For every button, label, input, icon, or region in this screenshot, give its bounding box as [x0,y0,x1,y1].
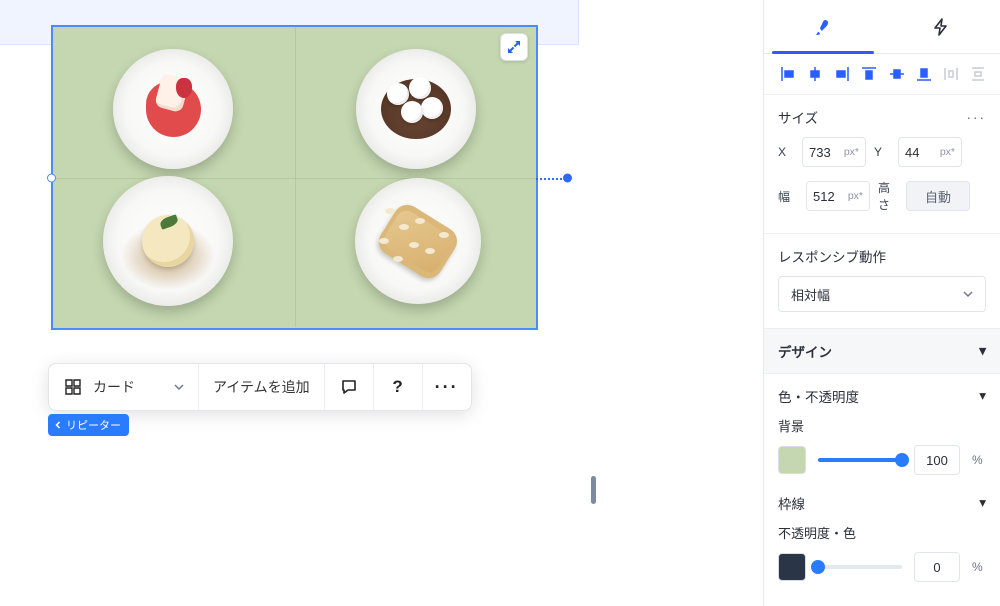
y-label: Y [874,145,890,159]
expand-button[interactable] [500,33,528,61]
height-input[interactable]: 自動 [906,181,970,211]
x-label: X [778,145,794,159]
background-opacity-slider[interactable] [818,450,902,470]
size-section-label: サイズ [778,107,818,127]
align-bottom-button[interactable] [912,62,936,86]
resize-handle-right[interactable] [563,173,572,182]
repeater-tag-label: リピーター [66,417,121,433]
design-section-label: デザイン [778,341,832,361]
comment-icon [339,377,359,397]
food-image [146,82,201,137]
food-image [142,215,194,267]
selected-repeater[interactable] [51,25,538,330]
add-item-button[interactable]: アイテムを追加 [199,364,325,410]
more-icon: ··· [437,377,457,397]
layout-dropdown[interactable]: カード [49,364,199,410]
card-item[interactable] [355,178,481,304]
more-button[interactable]: ··· [423,364,471,410]
floating-toolbar: カード アイテムを追加 ? ··· [48,363,472,411]
chevron-left-icon [54,421,62,429]
background-label: 背景 [778,416,986,435]
border-opacity-color-label: 不透明度・色 [778,523,986,542]
distribute-h-button[interactable] [939,62,963,86]
card-item[interactable] [356,49,476,169]
width-input[interactable]: 512 px* [806,181,870,211]
color-opacity-collapse-button[interactable]: ▾ [979,388,986,404]
alignment-toolbar [764,54,1000,95]
chevron-down-icon [963,289,973,299]
design-collapse-button[interactable]: ▾ [979,343,986,359]
comment-button[interactable] [325,364,374,410]
help-button[interactable]: ? [374,364,423,410]
repeater-breadcrumb-tag[interactable]: リピーター [48,414,129,436]
border-label: 枠線 [778,493,805,513]
expand-icon [506,39,522,55]
border-opacity-input[interactable]: 0 [914,552,960,582]
x-input[interactable]: 733 px* [802,137,866,167]
layout-dropdown-label: カード [93,377,135,397]
align-vcenter-button[interactable] [885,62,909,86]
snap-guide [536,178,566,180]
size-more-button[interactable]: ··· [967,110,987,125]
card-item[interactable] [113,49,233,169]
lightning-icon [932,18,950,36]
align-hcenter-button[interactable] [803,62,827,86]
border-opacity-slider[interactable] [818,557,902,577]
food-image [381,79,451,139]
interactions-tab[interactable] [882,0,1000,53]
chevron-down-icon [174,382,184,392]
add-item-label: アイテムを追加 [213,377,310,397]
inspector-tabs [764,0,1000,54]
align-left-button[interactable] [776,62,800,86]
width-label: 幅 [778,188,798,205]
background-opacity-input[interactable]: 100 [914,445,960,475]
scroll-indicator[interactable] [591,476,596,504]
border-color-swatch[interactable] [778,553,806,581]
inspector-panel: サイズ ··· X 733 px* Y 44 px* 幅 512 px* 高さ … [763,0,1000,606]
grid-icon [63,377,83,397]
card-item[interactable] [103,176,233,306]
border-collapse-button[interactable]: ▾ [979,495,986,511]
canvas-area[interactable]: カード アイテムを追加 ? ··· リピーター [0,0,750,606]
responsive-section-label: レスポンシブ動作 [778,246,886,266]
brush-icon [813,17,833,37]
height-label: 高さ [878,179,898,213]
align-top-button[interactable] [857,62,881,86]
distribute-v-button[interactable] [966,62,990,86]
align-right-button[interactable] [830,62,854,86]
responsive-select[interactable]: 相対幅 [778,276,986,312]
responsive-select-value: 相対幅 [791,285,830,304]
resize-handle-left[interactable] [47,173,56,182]
y-input[interactable]: 44 px* [898,137,962,167]
design-tab[interactable] [764,0,882,53]
background-color-swatch[interactable] [778,446,806,474]
color-opacity-label: 色・不透明度 [778,386,859,406]
help-icon: ? [388,377,408,397]
